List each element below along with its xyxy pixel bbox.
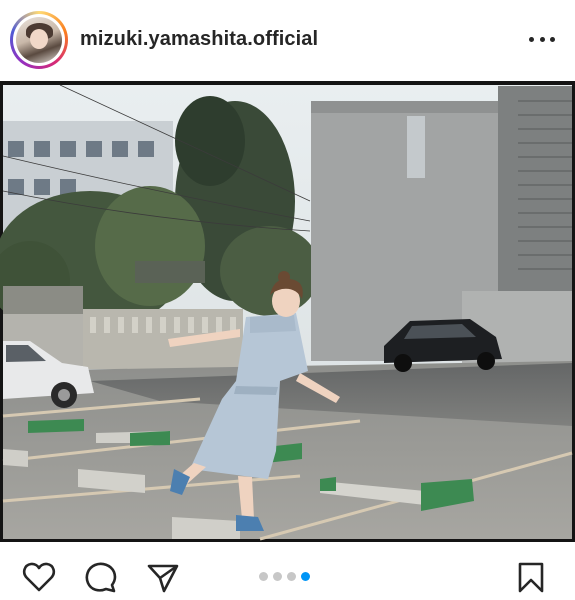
send-paper-plane-icon[interactable]	[146, 560, 180, 594]
carousel-dot	[259, 572, 268, 581]
gate-roof	[135, 261, 205, 283]
avatar-border	[13, 14, 65, 66]
carousel-indicator	[259, 572, 310, 581]
username-link[interactable]: mizuki.yamashita.official	[80, 28, 318, 51]
post-header: mizuki.yamashita.official	[0, 0, 575, 80]
building-side	[498, 86, 572, 291]
carousel-dot-active	[301, 572, 310, 581]
more-horizontal-icon[interactable]	[529, 28, 555, 50]
building-window	[407, 116, 425, 178]
photo-scene	[0, 81, 575, 542]
carousel-dot	[273, 572, 282, 581]
post-photo[interactable]	[0, 81, 575, 542]
more-dot	[539, 36, 545, 42]
more-dot	[529, 36, 534, 42]
heart-icon[interactable]	[22, 560, 56, 594]
story-ring[interactable]	[10, 11, 68, 69]
carousel-dot	[287, 572, 296, 581]
post-actions	[0, 542, 575, 600]
comment-bubble-icon[interactable]	[84, 560, 118, 594]
more-dot	[550, 36, 555, 42]
avatar[interactable]	[16, 17, 62, 63]
avatar-face	[30, 29, 48, 49]
bookmark-icon[interactable]	[514, 560, 548, 594]
